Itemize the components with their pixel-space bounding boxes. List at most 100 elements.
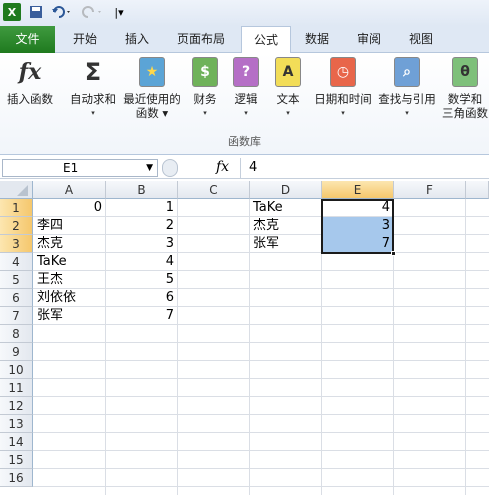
tab-file[interactable]: 文件 [0,26,55,53]
cell-e3[interactable]: 7 [322,236,393,252]
gridline [33,468,489,469]
logical-button[interactable]: ? 逻辑 ▾ [229,57,263,120]
gridline [33,414,489,415]
cell-e1[interactable]: 4 [322,200,393,216]
cell-a5[interactable]: 王杰 [34,272,105,288]
row-header-4[interactable]: 4 [0,253,33,271]
function-library-group-label: 函数库 [228,135,261,148]
formula-input[interactable]: 4 [240,158,489,178]
tab-formulas[interactable]: 公式 [241,26,291,54]
row-header-2[interactable]: 2 [0,217,33,235]
lookup-reference-button[interactable]: ⌕ 查找与引用 ▾ [375,57,439,120]
math-trig-button[interactable]: θ 数学和 三角函数 [441,57,489,120]
row-header-7[interactable]: 7 [0,307,33,325]
cell-b3[interactable]: 3 [106,236,177,252]
tab-data[interactable]: 数据 [295,26,339,53]
cell-b5[interactable]: 5 [106,272,177,288]
gridline [33,288,489,289]
row-header-10[interactable]: 10 [0,361,33,379]
text-button[interactable]: A 文本 ▾ [271,57,305,120]
row-header-1[interactable]: 1 [0,199,33,217]
column-header-d[interactable]: D [250,181,322,199]
cell-a2[interactable]: 李四 [34,218,105,234]
row-header-11[interactable]: 11 [0,379,33,397]
cell-d2[interactable]: 杰克 [250,218,321,234]
column-header-a[interactable]: A [33,181,106,199]
row-header-14[interactable]: 14 [0,433,33,451]
text-dropdown-arrow: ▾ [286,109,290,117]
cell-a4[interactable]: TaKe [34,254,105,270]
text-book-icon: A [275,57,301,87]
lookup-reference-dropdown-arrow: ▾ [405,109,409,117]
cell-b6[interactable]: 6 [106,290,177,306]
gridline [33,450,489,451]
row-header-16[interactable]: 16 [0,469,33,487]
cell-b4[interactable]: 4 [106,254,177,270]
column-header-g[interactable] [466,181,489,199]
row-header-15[interactable]: 15 [0,451,33,469]
formula-bar: E1 ▼ fx 4 [0,157,489,179]
formula-bar-resize-handle[interactable] [162,159,178,177]
row-header-5[interactable]: 5 [0,271,33,289]
logical-dropdown-arrow: ▾ [244,109,248,117]
date-time-button[interactable]: ◷ 日期和时间 ▾ [311,57,375,120]
column-header-e[interactable]: E [322,181,394,199]
cell-d3[interactable]: 张军 [250,236,321,252]
name-box[interactable]: E1 ▼ [2,159,158,177]
column-header-b[interactable]: B [106,181,178,199]
save-icon[interactable] [28,3,44,21]
name-box-value: E1 [63,161,79,175]
date-time-book-icon: ◷ [330,57,356,87]
math-trig-book-icon: θ [452,57,478,87]
row-header-9[interactable]: 9 [0,343,33,361]
gridline [33,342,489,343]
recently-used-button[interactable]: ★ 最近使用的 函数 ▾ [121,57,183,120]
cell-a3[interactable]: 杰克 [34,236,105,252]
cell-b1[interactable]: 1 [106,200,177,216]
tab-view[interactable]: 视图 [398,26,444,53]
tab-home[interactable]: 开始 [60,26,110,53]
tab-review[interactable]: 审阅 [345,26,393,53]
cell-d1[interactable]: TaKe [250,200,321,216]
insert-function-label: 插入函数 [7,92,53,106]
financial-dropdown-arrow: ▾ [203,109,207,117]
row-header-12[interactable]: 12 [0,397,33,415]
cell-e2[interactable]: 3 [322,218,393,234]
gridline [33,378,489,379]
gridline [33,486,489,487]
date-time-dropdown-arrow: ▾ [341,109,345,117]
cell-a6[interactable]: 刘依依 [34,290,105,306]
cell-b2[interactable]: 2 [106,218,177,234]
gridline [33,306,489,307]
row-header-6[interactable]: 6 [0,289,33,307]
function-fx-icon: fx [18,59,42,85]
redo-icon[interactable] [80,3,104,21]
column-header-f[interactable]: F [394,181,466,199]
chevron-down-icon[interactable]: ▼ [146,160,153,176]
financial-button[interactable]: $ 财务 ▾ [188,57,222,120]
row-header-13[interactable]: 13 [0,415,33,433]
logical-label: 逻辑 [234,92,258,106]
ribbon-tabs: 文件 开始 插入 页面布局 公式 数据 审阅 视图 [0,26,489,54]
tab-insert[interactable]: 插入 [112,26,162,53]
row-header-8[interactable]: 8 [0,325,33,343]
excel-app-icon: X [3,3,21,21]
insert-function-button[interactable]: fx 插入函数 [2,57,58,106]
cell-b7[interactable]: 7 [106,308,177,324]
column-header-c[interactable]: C [178,181,250,199]
autosum-button[interactable]: Σ 自动求和 ▾ [64,57,122,120]
customize-toolbar-button[interactable]: |▾ [110,3,128,21]
cell-a7[interactable]: 张军 [34,308,105,324]
row-header-3[interactable]: 3 [0,235,33,253]
gridline [33,396,489,397]
date-time-label: 日期和时间 [314,92,372,106]
lookup-reference-label: 查找与引用 [378,92,436,106]
tab-page-layout[interactable]: 页面布局 [166,26,236,53]
select-all-corner[interactable] [0,181,33,199]
financial-label: 财务 [193,92,217,106]
cell-a1[interactable]: 0 [34,200,105,216]
autosum-dropdown-arrow: ▾ [91,109,95,117]
ribbon-formulas-panel: fx 插入函数 Σ 自动求和 ▾ ★ 最近使用的 函数 ▾ $ 财务 ▾ ? 逻… [0,53,489,155]
insert-function-fx-icon[interactable]: fx [216,159,229,175]
undo-icon[interactable] [50,3,74,21]
